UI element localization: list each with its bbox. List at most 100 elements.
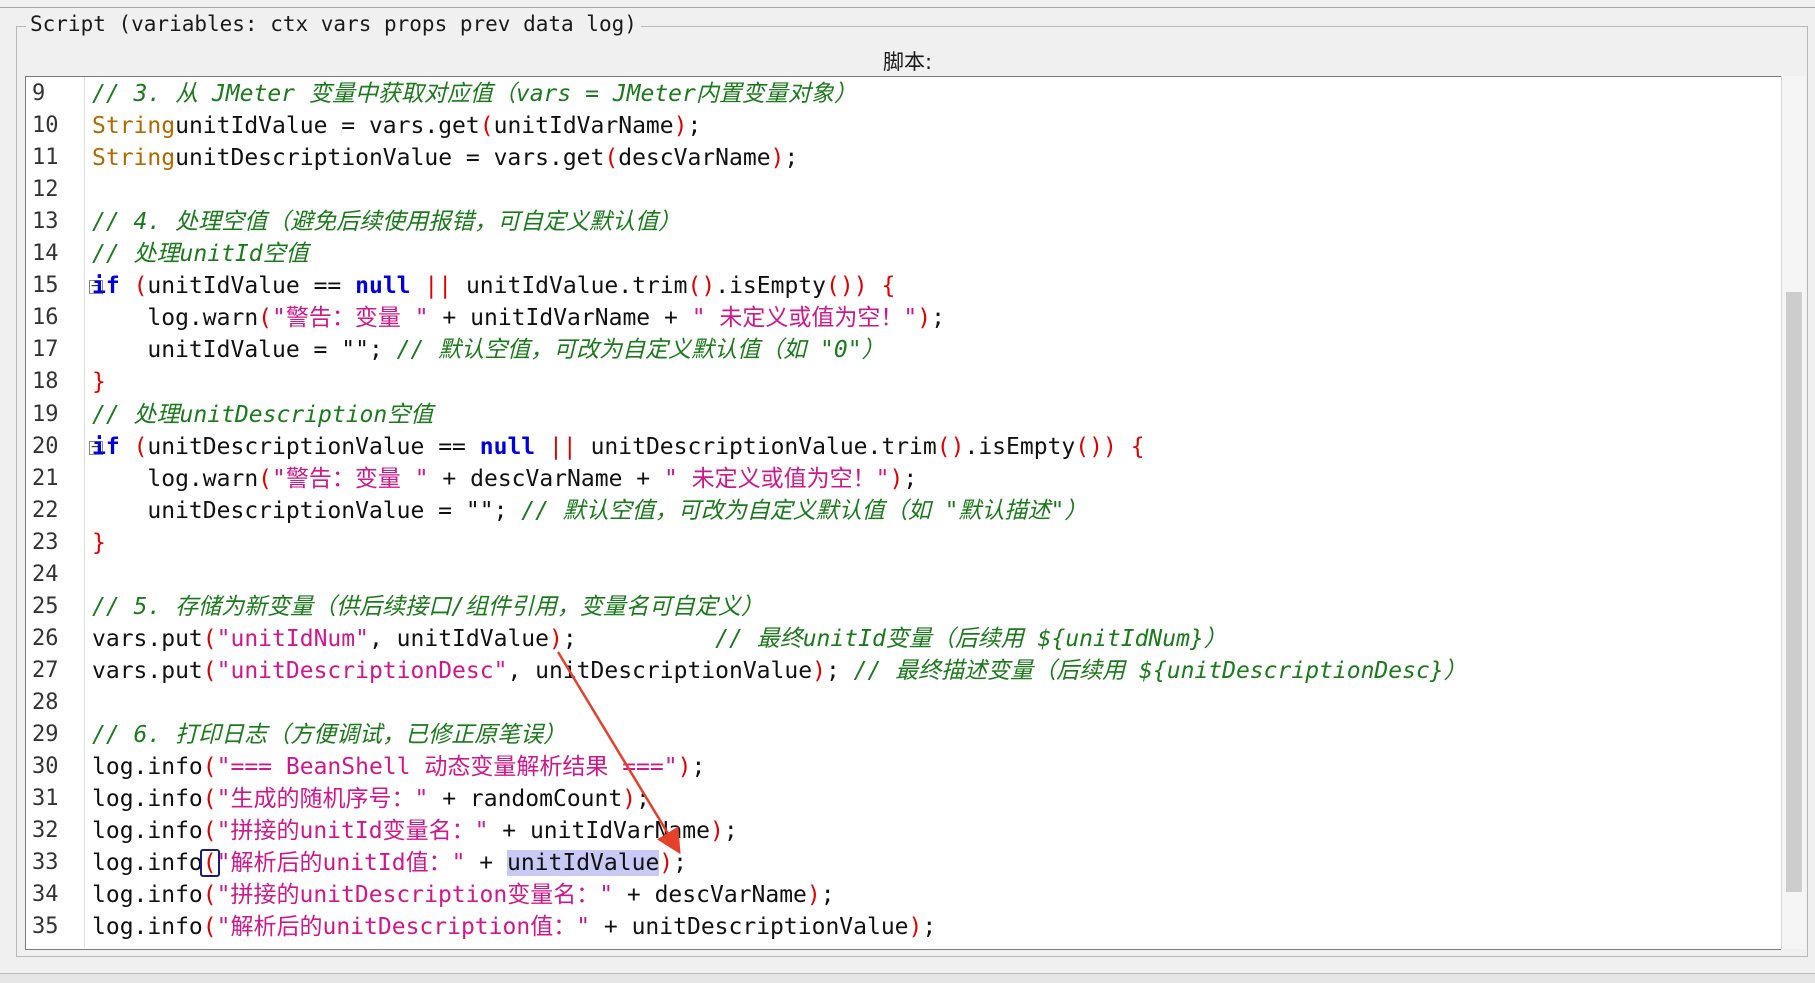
code-line[interactable]: 22 unitDescriptionValue = ""; // 默认空值，可改… [26, 495, 1781, 527]
code-token: || [549, 433, 577, 460]
code-line[interactable]: 20− if (unitDescriptionValue == null || u… [26, 431, 1781, 463]
code-token: ( [1075, 433, 1090, 460]
code-token: // 处理unitId空值 [92, 241, 309, 268]
code-token: ( [202, 818, 217, 845]
code-text[interactable]: StringunitIdValue = vars.get(unitIdVarNa… [92, 110, 701, 142]
code-text[interactable]: log.warn("警告：变量 " + descVarName + " 未定义或… [92, 463, 917, 495]
code-line[interactable]: 17 unitIdValue = ""; // 默认空值，可改为自定义默认值（如… [26, 334, 1781, 366]
code-token: || [424, 273, 453, 300]
code-line[interactable]: 21 log.warn("警告：变量 " + descVarName + " 未… [26, 463, 1781, 495]
code-token: ) [701, 273, 716, 300]
code-token: ) [673, 113, 688, 140]
code-text[interactable]: // 处理unitDescription空值 [92, 399, 433, 431]
line-number: 24 [32, 561, 59, 587]
code-token: "警告：变量 " [272, 465, 429, 492]
code-token: ) [950, 433, 965, 460]
code-text[interactable]: unitDescriptionValue = ""; // 默认空值，可改为自定… [92, 495, 1087, 527]
line-number: 11 [32, 145, 59, 171]
code-text[interactable]: } [92, 366, 106, 398]
code-line[interactable]: 12 [26, 174, 1781, 206]
code-text[interactable]: // 5. 存储为新变量（供后续接口/组件引用，变量名可自定义） [92, 591, 764, 623]
code-line[interactable]: 15− if (unitIdValue == null || unitIdValu… [26, 270, 1781, 302]
code-line[interactable]: 9 // 3. 从 JMeter 变量中获取对应值（vars = JMeter内置… [26, 78, 1781, 110]
code-token: unitIdVarName [493, 113, 674, 140]
code-text[interactable]: unitIdValue = ""; // 默认空值，可改为自定义默认值（如 "0… [92, 334, 884, 366]
code-token: ( [202, 882, 217, 909]
code-token: ( [202, 657, 217, 684]
line-number: 21 [32, 465, 59, 491]
code-token: log.warn [92, 305, 259, 332]
code-token: ) [839, 273, 854, 300]
code-text[interactable]: log.info("解析后的unitDescription值：" + unitD… [92, 911, 936, 943]
code-token: unitDescriptionValue = ""; [92, 497, 522, 524]
code-token: unitIdValue.trim [452, 273, 688, 300]
code-line[interactable]: 19 // 处理unitDescription空值 [26, 399, 1781, 431]
code-token: ( [202, 625, 217, 652]
code-text[interactable]: // 6. 打印日志（方便调试，已修正原笔误） [92, 719, 566, 751]
code-text[interactable]: StringunitDescriptionValue = vars.get(de… [92, 142, 798, 174]
code-text[interactable]: // 处理unitId空值 [92, 238, 309, 270]
line-number: 17 [32, 337, 59, 363]
vertical-scrollbar[interactable] [1781, 76, 1806, 949]
code-text[interactable]: vars.put("unitDescriptionDesc", unitDesc… [92, 655, 1467, 687]
code-token: ; [903, 465, 918, 492]
code-line[interactable]: 24 [26, 559, 1781, 591]
code-token: "解析后的unitId值：" [216, 850, 466, 877]
code-token: ( [202, 754, 217, 781]
code-token: ) [812, 657, 826, 684]
code-text[interactable]: if (unitDescriptionValue == null || unit… [92, 431, 1145, 463]
code-line[interactable]: 27 vars.put("unitDescriptionDesc", unitDe… [26, 655, 1781, 687]
code-editor[interactable]: 9 // 3. 从 JMeter 变量中获取对应值（vars = JMeter内置… [25, 76, 1781, 950]
code-line[interactable]: 25 // 5. 存储为新变量（供后续接口/组件引用，变量名可自定义） [26, 591, 1781, 623]
line-number: 31 [32, 786, 59, 812]
code-line[interactable]: 33 log.info("解析后的unitId值：" + unitIdValue)… [26, 847, 1781, 879]
code-line[interactable]: 34 log.info("拼接的unitDescription变量名：" + de… [26, 879, 1781, 911]
code-line[interactable]: 28 [26, 687, 1781, 719]
line-number: 23 [32, 529, 59, 555]
code-token: log.info [92, 754, 203, 781]
code-line[interactable]: 31 log.info("生成的随机序号：" + randomCount); [26, 783, 1781, 815]
code-line[interactable]: 29 // 6. 打印日志（方便调试，已修正原笔误） [26, 719, 1781, 751]
code-line[interactable]: 32 log.info("拼接的unitId变量名：" + unitIdVarNa… [26, 815, 1781, 847]
code-line[interactable]: 35 log.info("解析后的unitDescription值：" + uni… [26, 911, 1781, 943]
code-text[interactable]: } [92, 527, 106, 559]
code-text[interactable]: log.info("拼接的unitId变量名：" + unitIdVarName… [92, 815, 738, 847]
code-text[interactable]: log.warn("警告：变量 " + unitIdVarName + " 未定… [92, 302, 945, 334]
code-token: unitIdValue [506, 850, 660, 877]
code-token: ) [677, 754, 692, 781]
code-text[interactable]: vars.put("unitIdNum", unitIdValue); // 最… [92, 623, 1227, 655]
code-token: ; [562, 625, 716, 652]
code-line[interactable]: 14 // 处理unitId空值 [26, 238, 1781, 270]
code-token: String [92, 145, 176, 172]
code-text[interactable]: log.info("=== BeanShell 动态变量解析结果 ==="); [92, 751, 705, 783]
code-line[interactable]: 11 StringunitDescriptionValue = vars.get(… [26, 142, 1781, 174]
code-text[interactable]: // 3. 从 JMeter 变量中获取对应值（vars = JMeter内置变… [92, 78, 857, 110]
code-token: null [479, 433, 536, 460]
code-line[interactable]: 18} [26, 366, 1781, 398]
scrollbar-thumb[interactable] [1786, 292, 1802, 892]
code-token: ; [636, 786, 650, 813]
code-line[interactable]: 10 StringunitIdValue = vars.get(unitIdVar… [26, 110, 1781, 142]
code-line[interactable]: 26 vars.put("unitIdNum", unitIdValue); //… [26, 623, 1781, 655]
code-token: // 5. 存储为新变量（供后续接口/组件引用，变量名可自定义） [92, 593, 764, 620]
code-token: ; [820, 882, 835, 909]
code-token: " 未定义或值为空！" [663, 465, 890, 492]
code-text[interactable]: if (unitIdValue == null || unitIdValue.t… [92, 270, 895, 302]
code-token: ; [673, 850, 688, 877]
code-text[interactable]: log.info("生成的随机序号：" + randomCount); [92, 783, 650, 815]
code-text[interactable]: log.info("拼接的unitDescription变量名：" + desc… [92, 879, 835, 911]
code-line[interactable]: 23} [26, 527, 1781, 559]
code-token: // 最终描述变量（后续用 ${unitDescriptionDesc}） [853, 657, 1467, 684]
line-number: 27 [32, 657, 59, 683]
code-token: log.warn [92, 465, 259, 492]
code-line[interactable]: 16 log.warn("警告：变量 " + unitIdVarName + "… [26, 302, 1781, 334]
code-line[interactable]: 13 // 4. 处理空值（避免后续使用报错，可自定义默认值） [26, 206, 1781, 238]
code-text[interactable]: // 4. 处理空值（避免后续使用报错，可自定义默认值） [92, 206, 681, 238]
code-text[interactable]: log.info("解析后的unitId值：" + unitIdValue); [92, 847, 687, 879]
code-token: ( [202, 914, 217, 941]
code-token: log.info [92, 818, 203, 845]
code-line[interactable]: 30 log.info("=== BeanShell 动态变量解析结果 ===")… [26, 751, 1781, 783]
code-token: ; [723, 818, 738, 845]
code-token: ; [784, 145, 799, 172]
